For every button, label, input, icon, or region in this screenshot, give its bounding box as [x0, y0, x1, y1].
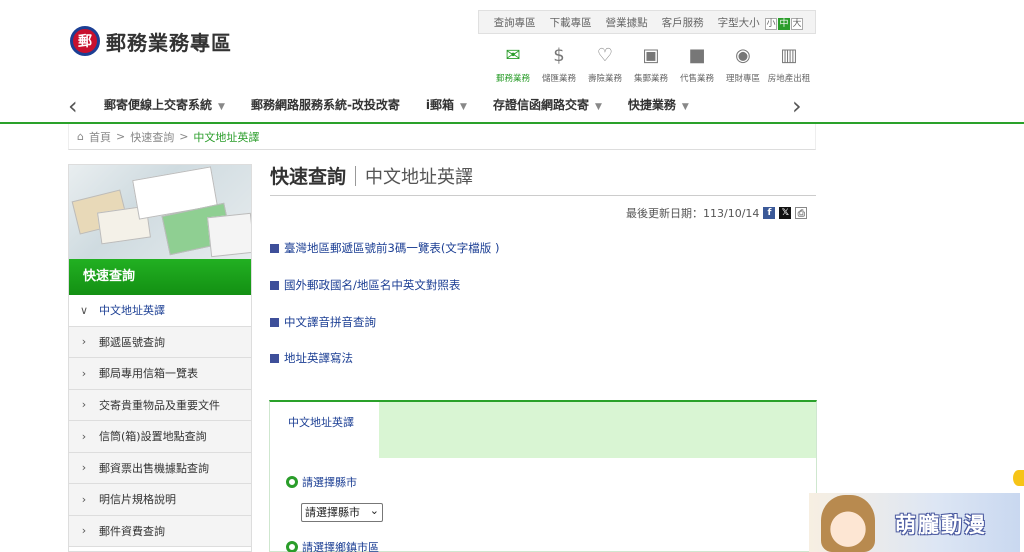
- chevron-down-icon: ▼: [218, 102, 225, 112]
- link-zip-3digit[interactable]: 臺灣地區郵遞區號前3碼一覽表(文字檔版 ): [270, 240, 499, 256]
- biz-insurance[interactable]: ♡ 壽險業務: [582, 44, 628, 84]
- money-icon: $: [553, 45, 565, 66]
- title-underline: [270, 195, 816, 196]
- mascot-character-icon: [821, 495, 875, 552]
- mascot-banner[interactable]: 萌朧動漫: [809, 493, 1020, 552]
- bullet-square-icon: [270, 243, 279, 253]
- breadcrumb-current: 中文地址英譯: [193, 130, 260, 144]
- biz-finance[interactable]: ◉ 理財專區: [720, 44, 766, 84]
- sidebar-heading: 快速查詢: [69, 259, 251, 295]
- link-pinyin-query[interactable]: 中文譯音拼音查詢: [270, 314, 376, 330]
- envelope-icon: ✉: [505, 45, 521, 66]
- font-size-label: 字型大小: [717, 16, 760, 29]
- site-logo[interactable]: 郵 郵務業務專區: [70, 26, 232, 56]
- top-links-bar: 查詢專區 下載專區 營業據點 客戶服務 字型大小 小 中 大: [478, 10, 816, 34]
- sidebar-item-postage-rates[interactable]: › 郵件資費查詢: [69, 515, 251, 547]
- sidebar-item-po-box[interactable]: › 郵局專用信箱一覽表: [69, 358, 251, 390]
- bullet-square-icon: [270, 317, 279, 327]
- top-link-download[interactable]: 下載專區: [550, 15, 592, 30]
- building-icon: ▥: [780, 45, 798, 66]
- chevron-down-icon: ▼: [681, 102, 689, 112]
- last-updated: 最後更新日期：113/10/14 f 𝕏 ⎙: [626, 205, 808, 221]
- title-divider: [355, 165, 357, 186]
- sidebar-item-mailbox-locations[interactable]: › 信筒(箱)設置地點查詢: [69, 421, 251, 453]
- top-link-query[interactable]: 查詢專區: [494, 15, 536, 30]
- biz-philately[interactable]: ▣ 集郵業務: [628, 44, 674, 84]
- breadcrumb-sep: >: [115, 130, 126, 143]
- font-size-small-button[interactable]: 小: [765, 17, 777, 30]
- print-icon[interactable]: ⎙: [795, 207, 808, 219]
- bullet-square-icon: [270, 353, 279, 363]
- main-nav: ‹ 郵寄便線上交寄系統 ▼ 郵務網路服務系統-改投改寄 i郵箱 ▼ 存證信函網路交寄…: [0, 88, 1024, 124]
- link-address-format[interactable]: 地址英譯寫法: [270, 350, 353, 366]
- breadcrumb-quick-query[interactable]: 快速查詢: [130, 129, 174, 145]
- chevron-down-icon: ▼: [460, 102, 467, 112]
- sidebar-item-address-translation[interactable]: ∨ 中文地址英譯: [69, 295, 251, 327]
- chevron-right-icon: ›: [81, 524, 87, 538]
- sidebar-item-zipcode[interactable]: › 郵遞區號查詢: [69, 326, 251, 358]
- nav-next-icon[interactable]: ›: [792, 92, 802, 120]
- person-icon: ◉: [735, 45, 751, 66]
- county-field-label: 請選擇縣市: [286, 474, 357, 490]
- chevron-down-icon: ⌄: [369, 504, 379, 517]
- stamp-icon: ▣: [642, 45, 660, 66]
- x-share-icon[interactable]: 𝕏: [779, 207, 792, 219]
- nav-item-online-mailing[interactable]: 郵寄便線上交寄系統 ▼: [104, 96, 225, 113]
- font-size-large-button[interactable]: 大: [791, 17, 803, 30]
- page-subtitle: 中文地址英譯: [365, 166, 474, 188]
- biz-agency[interactable]: ■ 代售業務: [674, 44, 720, 84]
- address-translation-panel: 中文地址英譯 請選擇縣市 請選擇縣市 ⌄ 請選擇鄉鎮市區: [269, 400, 817, 552]
- nav-item-redirect[interactable]: 郵務網路服務系統-改投改寄: [251, 96, 400, 113]
- notification-bell-icon[interactable]: [1013, 470, 1024, 486]
- sidebar-banner-image: [69, 165, 251, 259]
- bag-icon: ■: [688, 45, 706, 66]
- tab-address-translation[interactable]: 中文地址英譯: [270, 402, 379, 458]
- radio-bullet-icon: [286, 541, 298, 552]
- chunghwa-post-logo-icon: 郵: [70, 26, 100, 56]
- heart-hands-icon: ♡: [596, 45, 614, 66]
- business-icons: ✉ 郵務業務 $ 儲匯業務 ♡ 壽險業務 ▣ 集郵業務 ■ 代售業務 ◉ 理財專…: [490, 44, 812, 84]
- chevron-right-icon: ›: [81, 492, 87, 506]
- bullet-square-icon: [270, 280, 279, 290]
- chevron-right-icon: ›: [81, 366, 87, 380]
- page-title-row: 快速查詢 中文地址英譯: [270, 162, 473, 189]
- chevron-right-icon: ›: [81, 398, 87, 412]
- radio-bullet-icon: [286, 476, 298, 488]
- top-link-customer-service[interactable]: 客戶服務: [662, 15, 704, 30]
- sidebar-item-postcard-specs[interactable]: › 明信片規格說明: [69, 484, 251, 516]
- breadcrumb-home[interactable]: 首頁: [89, 129, 111, 145]
- sidebar-item-vending-machines[interactable]: › 郵資票出售機據點查詢: [69, 452, 251, 484]
- chevron-right-icon: ›: [81, 461, 87, 475]
- breadcrumb: ⌂ 首頁 > 快速查詢 > 中文地址英譯: [68, 124, 816, 150]
- home-icon: ⌂: [77, 130, 84, 143]
- panel-tab-bar: 中文地址英譯: [270, 402, 816, 458]
- facebook-share-icon[interactable]: f: [763, 207, 776, 219]
- nav-item-i-mailbox[interactable]: i郵箱 ▼: [426, 96, 467, 113]
- chevron-right-icon: ›: [81, 335, 87, 349]
- font-size-control: 字型大小 小 中 大: [718, 15, 803, 30]
- chevron-down-icon: ∨: [79, 303, 89, 317]
- top-link-locations[interactable]: 營業據點: [606, 15, 648, 30]
- last-updated-text: 最後更新日期：113/10/14: [626, 207, 760, 220]
- sidebar-item-valuables[interactable]: › 交寄貴重物品及重要文件: [69, 389, 251, 421]
- sidebar: 快速查詢 ∨ 中文地址英譯 › 郵遞區號查詢 › 郵局專用信箱一覽表 › 交寄貴重物品及…: [68, 164, 252, 552]
- site-title: 郵務業務專區: [106, 30, 232, 55]
- district-field-label: 請選擇鄉鎮市區: [286, 539, 379, 552]
- nav-prev-icon[interactable]: ‹: [68, 92, 78, 120]
- biz-real-estate[interactable]: ▥ 房地產出租: [766, 44, 812, 84]
- mascot-banner-text: 萌朧動漫: [895, 513, 987, 537]
- page-title: 快速查詢: [270, 166, 347, 188]
- link-country-names[interactable]: 國外郵政國名/地區名中英文對照表: [270, 277, 460, 293]
- biz-savings[interactable]: $ 儲匯業務: [536, 44, 582, 84]
- chevron-down-icon: ▼: [594, 102, 602, 112]
- font-size-medium-button[interactable]: 中: [778, 17, 790, 30]
- biz-postal[interactable]: ✉ 郵務業務: [490, 44, 536, 84]
- breadcrumb-sep: >: [179, 130, 189, 143]
- chevron-right-icon: ›: [81, 429, 87, 443]
- nav-item-certified-letter[interactable]: 存證信函網路交寄 ▼: [493, 96, 602, 113]
- nav-item-express[interactable]: 快捷業務 ▼: [628, 96, 689, 113]
- county-select[interactable]: 請選擇縣市 ⌄: [301, 503, 383, 522]
